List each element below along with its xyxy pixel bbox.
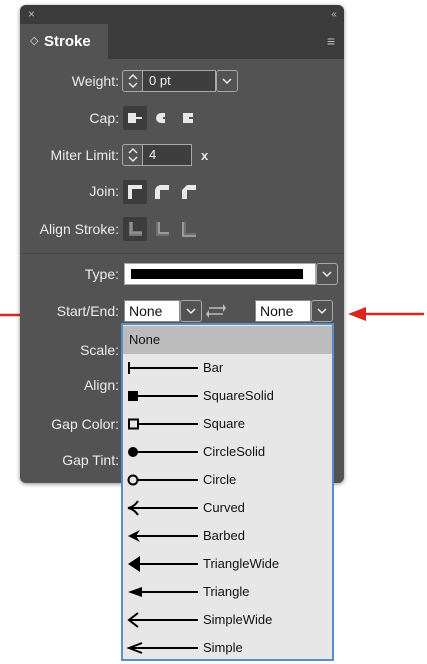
list-item-label: None: [129, 332, 161, 347]
list-item-label: CircleSolid: [203, 444, 266, 459]
list-item-triangle-wide[interactable]: TriangleWide: [123, 550, 332, 578]
align-inside-button[interactable]: [150, 217, 174, 241]
align-inside-icon: [156, 222, 169, 236]
list-item-label: Circle: [203, 472, 237, 487]
list-item-none[interactable]: None: [123, 326, 332, 354]
butt-cap-button[interactable]: [123, 106, 147, 130]
type-dropdown-button[interactable]: [316, 263, 338, 285]
miter-limit-input[interactable]: 4: [142, 144, 192, 166]
section-divider: [20, 253, 344, 254]
square-end-icon: [128, 418, 198, 430]
start-arrowhead-select[interactable]: None: [124, 300, 180, 322]
list-item-circle[interactable]: Circle: [123, 466, 332, 494]
miter-limit-suffix: x: [201, 148, 209, 163]
weight-stepper[interactable]: [122, 70, 144, 92]
tab-stroke[interactable]: ◇ Stroke: [20, 24, 108, 59]
square-solid-end-icon: [128, 391, 198, 401]
curved-arrow-end-icon: [127, 500, 198, 516]
list-item-bar[interactable]: Bar: [123, 354, 332, 382]
bevel-join-button[interactable]: [177, 180, 201, 204]
butt-cap-icon: [128, 113, 142, 123]
list-item-circle-solid[interactable]: CircleSolid: [123, 438, 332, 466]
bevel-join-icon: [182, 185, 196, 199]
weight-input[interactable]: 0 pt: [142, 70, 216, 92]
collapse-icon[interactable]: ‹‹: [331, 6, 337, 23]
list-item-square-solid[interactable]: SquareSolid: [123, 382, 332, 410]
round-cap-icon: [156, 113, 169, 123]
align-outside-icon: [182, 222, 196, 237]
arrowhead-dropdown-list: None Bar SquareSolid Square CircleSolid …: [121, 323, 334, 661]
stepper-icon: [128, 74, 138, 88]
round-cap-button[interactable]: [150, 106, 174, 130]
chevron-down-icon: [322, 271, 332, 278]
scale-label: Scale:: [80, 342, 119, 358]
barbed-arrow-end-icon: [128, 530, 198, 542]
left-indicator-arrow: [0, 313, 20, 317]
list-item-label: SquareSolid: [203, 388, 274, 403]
round-join-button[interactable]: [150, 180, 174, 204]
start-end-label: Start/End:: [56, 303, 119, 319]
gap-color-label: Gap Color:: [51, 416, 119, 432]
join-label: Join:: [89, 183, 119, 199]
panel-titlebar: × ‹‹: [20, 5, 344, 24]
align-center-icon: [129, 222, 142, 236]
miter-limit-label: Miter Limit:: [50, 147, 119, 163]
triangle-wide-arrow-end-icon: [128, 556, 198, 572]
solid-line-preview: [131, 269, 303, 279]
triangle-arrow-end-icon: [128, 587, 198, 597]
tab-expand-icon: ◇: [30, 35, 39, 47]
right-indicator-arrow: [348, 307, 424, 321]
panel-tabbar: ◇ Stroke ≡: [20, 24, 344, 59]
bar-end-icon: [128, 362, 198, 374]
list-item-simple[interactable]: Simple: [123, 634, 332, 662]
list-item-barbed[interactable]: Barbed: [123, 522, 332, 550]
weight-dropdown-button[interactable]: [216, 70, 238, 92]
start-dropdown-button[interactable]: [180, 300, 202, 322]
round-join-icon: [155, 185, 169, 199]
list-item-label: Barbed: [203, 528, 245, 543]
end-arrowhead-select[interactable]: None: [255, 300, 311, 322]
align-outside-button[interactable]: [177, 217, 201, 241]
panel-menu-icon[interactable]: ≡: [327, 24, 335, 59]
end-dropdown-button[interactable]: [311, 300, 333, 322]
list-item-label: Simple: [203, 640, 243, 655]
list-item-label: Square: [203, 416, 245, 431]
miter-join-button[interactable]: [123, 180, 147, 204]
list-item-label: Curved: [203, 500, 245, 515]
close-icon[interactable]: ×: [28, 6, 35, 23]
projecting-cap-button[interactable]: [177, 106, 201, 130]
stepper-icon: [128, 148, 138, 162]
circle-end-icon: [127, 474, 198, 486]
projecting-cap-icon: [183, 113, 195, 123]
list-item-simple-wide[interactable]: SimpleWide: [123, 606, 332, 634]
swap-icon[interactable]: [206, 303, 226, 319]
type-label: Type:: [84, 266, 119, 282]
simple-arrow-end-icon: [126, 642, 198, 654]
chevron-down-icon: [317, 308, 327, 315]
list-item-curved[interactable]: Curved: [123, 494, 332, 522]
circle-solid-end-icon: [128, 447, 198, 457]
list-item-square[interactable]: Square: [123, 410, 332, 438]
align-center-button[interactable]: [123, 217, 147, 241]
cap-label: Cap:: [89, 110, 119, 126]
list-item-triangle[interactable]: Triangle: [123, 578, 332, 606]
miter-limit-stepper[interactable]: [122, 144, 144, 166]
list-item-label: SimpleWide: [203, 612, 273, 627]
miter-join-icon: [128, 185, 142, 199]
list-item-label: Bar: [203, 360, 224, 375]
gap-tint-label: Gap Tint:: [62, 452, 119, 468]
chevron-down-icon: [222, 78, 232, 85]
weight-label: Weight:: [71, 73, 119, 89]
align-label: Align:: [83, 377, 119, 393]
simple-wide-arrow-end-icon: [127, 612, 198, 628]
chevron-down-icon: [186, 308, 196, 315]
tab-stroke-label: Stroke: [44, 33, 91, 50]
list-item-label: Triangle: [203, 584, 250, 599]
list-item-label: TriangleWide: [203, 556, 280, 571]
stroke-type-select[interactable]: [124, 263, 316, 285]
align-stroke-label: Align Stroke:: [39, 221, 119, 237]
